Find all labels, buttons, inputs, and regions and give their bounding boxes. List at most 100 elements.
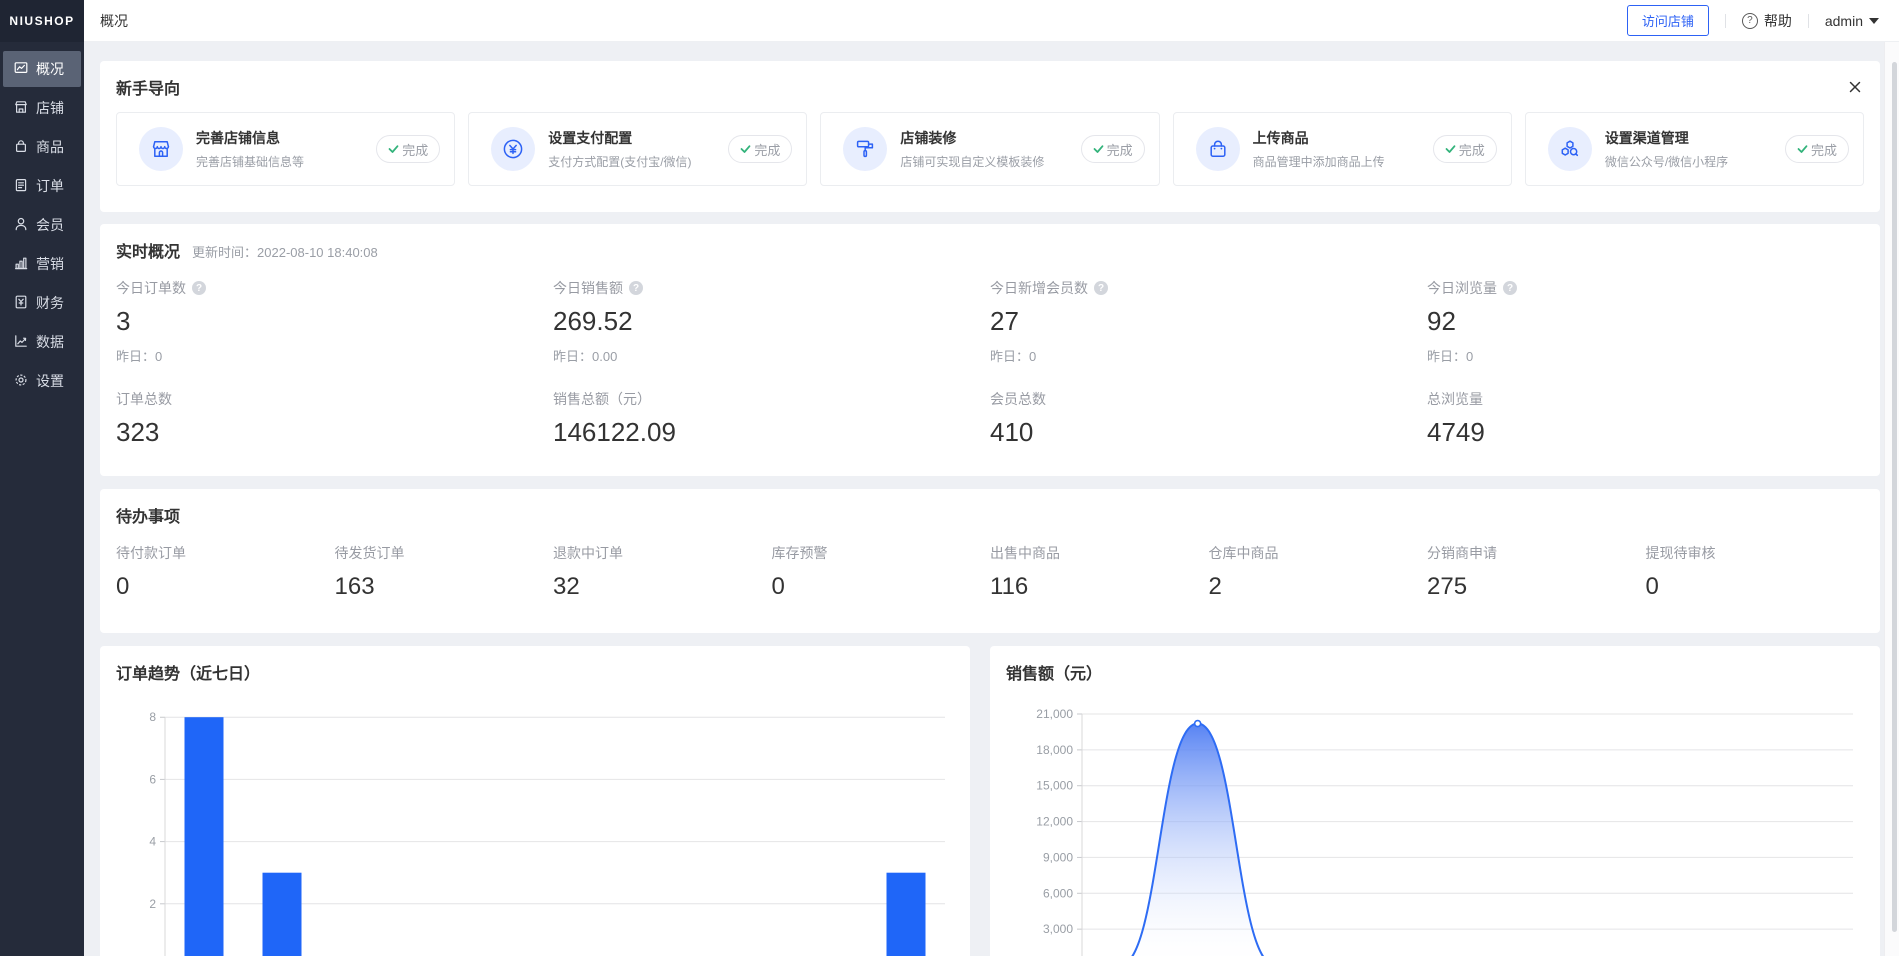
guide-card-shop-info[interactable]: 完善店铺信息 完善店铺基础信息等 完成 — [116, 112, 455, 186]
guide-card-decorate[interactable]: 店铺装修 店铺可实现自定义模板装修 完成 — [820, 112, 1159, 186]
user-menu[interactable]: admin — [1825, 13, 1879, 29]
stat-total-sales: 销售总额（元） 146122.09 — [553, 389, 990, 448]
todo-label: 分销商申请 — [1427, 543, 1646, 563]
done-label: 完成 — [1811, 140, 1837, 159]
stat-yesterday: 昨日：0.00 — [553, 346, 990, 365]
sidebar: NIUSHOP 概况 店铺 商品 订单 会员 营销 财务 — [0, 0, 84, 956]
update-time-prefix: 更新时间： — [192, 245, 257, 260]
shopping-bag-icon — [1196, 127, 1240, 171]
question-icon[interactable]: ? — [192, 281, 206, 295]
todo-panel: 待办事项 待付款订单 0 待发货订单 163 退款中订单 32 库存预警 0 出… — [100, 489, 1880, 633]
topbar: 概况 访问店铺 ? 帮助 admin — [84, 0, 1899, 42]
gear-icon — [13, 372, 29, 391]
sales-amount-panel: 销售额（元） 3,0006,0009,00012,00015,00018,000… — [990, 646, 1880, 956]
done-badge: 完成 — [1433, 135, 1497, 163]
todo-goods-in-warehouse[interactable]: 仓库中商品 2 — [1209, 543, 1428, 601]
todo-pending-shipment[interactable]: 待发货订单 163 — [335, 543, 554, 601]
guide-card-payment[interactable]: 设置支付配置 支付方式配置(支付宝/微信) 完成 — [468, 112, 807, 186]
finance-book-icon — [13, 294, 29, 313]
todo-refunding-orders[interactable]: 退款中订单 32 — [553, 543, 772, 601]
help-label: 帮助 — [1764, 11, 1792, 31]
stat-value: 27 — [990, 306, 1427, 337]
todo-pending-payment[interactable]: 待付款订单 0 — [116, 543, 335, 601]
stat-label: 订单总数 — [116, 389, 172, 409]
todo-title: 待办事项 — [116, 509, 180, 526]
person-icon — [13, 216, 29, 235]
app-logo: NIUSHOP — [0, 0, 84, 42]
stat-label: 今日新增会员数 — [990, 278, 1088, 298]
realtime-title: 实时概况 — [116, 238, 180, 262]
question-icon[interactable]: ? — [629, 281, 643, 295]
stat-yesterday: 昨日：0 — [116, 346, 553, 365]
todo-stock-warning[interactable]: 库存预警 0 — [772, 543, 991, 601]
stat-yesterday: 昨日：0 — [1427, 346, 1864, 365]
todo-value: 275 — [1427, 573, 1646, 601]
check-icon — [1797, 144, 1808, 154]
stat-total-orders: 订单总数 323 — [116, 389, 553, 448]
question-icon[interactable]: ? — [1094, 281, 1108, 295]
todo-goods-on-sale[interactable]: 出售中商品 116 — [990, 543, 1209, 601]
sidebar-item-goods[interactable]: 商品 — [3, 129, 81, 165]
todo-value: 163 — [335, 573, 554, 601]
todo-value: 0 — [1646, 573, 1865, 601]
scrollbar-track[interactable] — [1884, 42, 1899, 956]
sidebar-item-data[interactable]: 数据 — [3, 324, 81, 360]
sidebar-item-settings[interactable]: 设置 — [3, 363, 81, 399]
sidebar-item-orders[interactable]: 订单 — [3, 168, 81, 204]
sidebar-item-label: 店铺 — [36, 98, 64, 118]
sales-amount-title: 销售额（元） — [1006, 660, 1102, 684]
sidebar-item-label: 商品 — [36, 137, 64, 157]
todo-grid: 待付款订单 0 待发货订单 163 退款中订单 32 库存预警 0 出售中商品 … — [116, 543, 1864, 601]
today-stats: 今日订单数? 3 昨日：0 今日销售额? 269.52 昨日：0.00 今日新增… — [116, 278, 1864, 365]
help-button[interactable]: ? 帮助 — [1742, 11, 1792, 31]
stat-value: 323 — [116, 417, 553, 448]
stat-value: 92 — [1427, 306, 1864, 337]
guide-card-subtitle: 商品管理中添加商品上传 — [1253, 153, 1385, 170]
question-icon[interactable]: ? — [1503, 281, 1517, 295]
done-badge: 完成 — [1081, 135, 1145, 163]
check-icon — [1093, 144, 1104, 154]
svg-text:18,000: 18,000 — [1036, 743, 1073, 757]
stat-label: 会员总数 — [990, 389, 1046, 409]
done-badge: 完成 — [1785, 135, 1849, 163]
sidebar-item-members[interactable]: 会员 — [3, 207, 81, 243]
clipboard-icon — [13, 177, 29, 196]
guide-card-upload-goods[interactable]: 上传商品 商品管理中添加商品上传 完成 — [1173, 112, 1512, 186]
todo-withdrawal-review[interactable]: 提现待审核 0 — [1646, 543, 1865, 601]
todo-distributor-applications[interactable]: 分销商申请 275 — [1427, 543, 1646, 601]
sidebar-item-finance[interactable]: 财务 — [3, 285, 81, 321]
sidebar-item-label: 概况 — [36, 59, 64, 79]
stat-yesterday: 昨日：0 — [990, 346, 1427, 365]
breadcrumb: 概况 — [100, 11, 128, 31]
stat-today-orders: 今日订单数? 3 昨日：0 — [116, 278, 553, 365]
update-time: 更新时间：2022-08-10 18:40:08 — [192, 242, 378, 261]
stat-total-views: 总浏览量 4749 — [1427, 389, 1864, 448]
sidebar-item-label: 订单 — [36, 176, 64, 196]
sidebar-item-marketing[interactable]: 营销 — [3, 246, 81, 282]
close-icon[interactable] — [1846, 78, 1864, 96]
check-icon — [388, 144, 399, 154]
todo-label: 出售中商品 — [990, 543, 1209, 563]
stat-label: 今日浏览量 — [1427, 278, 1497, 298]
sidebar-item-overview[interactable]: 概况 — [3, 51, 81, 87]
order-trend-panel: 订单趋势（近七日） 2468 — [100, 646, 970, 956]
todo-value: 2 — [1209, 573, 1428, 601]
sidebar-item-shop[interactable]: 店铺 — [3, 90, 81, 126]
stat-value: 269.52 — [553, 306, 990, 337]
guide-card-channels[interactable]: 设置渠道管理 微信公众号/微信小程序 完成 — [1525, 112, 1864, 186]
visit-shop-button[interactable]: 访问店铺 — [1627, 5, 1709, 36]
done-badge: 完成 — [728, 135, 792, 163]
svg-text:8: 8 — [149, 710, 156, 724]
sidebar-item-label: 财务 — [36, 293, 64, 313]
guide-card-title: 上传商品 — [1253, 128, 1385, 148]
done-badge: 完成 — [376, 135, 440, 163]
stat-today-sales: 今日销售额? 269.52 昨日：0.00 — [553, 278, 990, 365]
guide-card-subtitle: 微信公众号/微信小程序 — [1605, 153, 1728, 170]
scrollbar-thumb[interactable] — [1892, 62, 1897, 932]
guide-card-title: 店铺装修 — [900, 128, 1044, 148]
topbar-actions: 访问店铺 ? 帮助 admin — [1627, 5, 1879, 36]
svg-text:21,000: 21,000 — [1036, 707, 1073, 721]
todo-label: 库存预警 — [772, 543, 991, 563]
realtime-overview-panel: 实时概况 更新时间：2022-08-10 18:40:08 今日订单数? 3 昨… — [100, 224, 1880, 476]
todo-value: 32 — [553, 573, 772, 601]
